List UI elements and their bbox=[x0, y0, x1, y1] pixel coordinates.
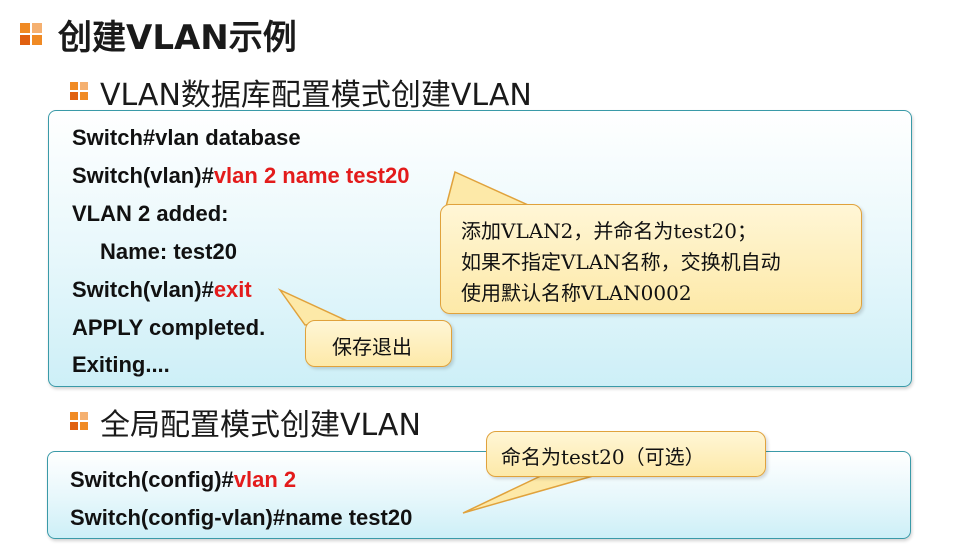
callout-name-optional-note: 命名为test20（可选） bbox=[486, 431, 766, 477]
code-line-3: VLAN 2 added: bbox=[72, 201, 229, 226]
code-line-8: Switch(config)#vlan 2 bbox=[70, 467, 296, 493]
title-bullet-icon bbox=[20, 23, 42, 45]
code-line-7: Exiting.... bbox=[72, 352, 170, 377]
code-command: vlan 2 name test20 bbox=[213, 163, 410, 188]
callout-text: 命名为test20（可选） bbox=[501, 445, 705, 469]
callout-text: 如果不指定VLAN名称，交换机自动 bbox=[461, 250, 781, 274]
code-prompt: Switch(config)# bbox=[70, 467, 234, 492]
page-title: 创建VLAN示例 bbox=[58, 18, 297, 58]
code-line-2: Switch(vlan)#vlan 2 name test20 bbox=[72, 163, 409, 189]
callout-text: 添加VLAN2，并命名为test20； bbox=[461, 219, 758, 243]
code-line-6: APPLY completed. bbox=[72, 315, 266, 340]
callout-vlan-name-note: 添加VLAN2，并命名为test20； 如果不指定VLAN名称，交换机自动 使用… bbox=[440, 204, 862, 314]
code-command: exit bbox=[213, 277, 252, 302]
code-line-9: Switch(config-vlan)#name test20 bbox=[70, 505, 413, 530]
code-line-4: Name: test20 bbox=[100, 239, 237, 264]
code-prompt: Switch(vlan)# bbox=[72, 277, 214, 302]
callout-text: 使用默认名称VLAN0002 bbox=[461, 281, 692, 305]
section2-bullet-icon bbox=[70, 412, 88, 430]
callout-exit-note: 保存退出 bbox=[305, 320, 452, 367]
section1-bullet-icon bbox=[70, 82, 88, 100]
section1-heading: VLAN数据库配置模式创建VLAN bbox=[100, 78, 532, 113]
code-line-5: Switch(vlan)#exit bbox=[72, 277, 252, 303]
code-line-1: Switch#vlan database bbox=[72, 125, 301, 150]
callout-text: 保存退出 bbox=[332, 335, 412, 359]
code-command: vlan 2 bbox=[233, 467, 297, 492]
code-prompt: Switch(vlan)# bbox=[72, 163, 214, 188]
section2-heading: 全局配置模式创建VLAN bbox=[100, 408, 421, 443]
